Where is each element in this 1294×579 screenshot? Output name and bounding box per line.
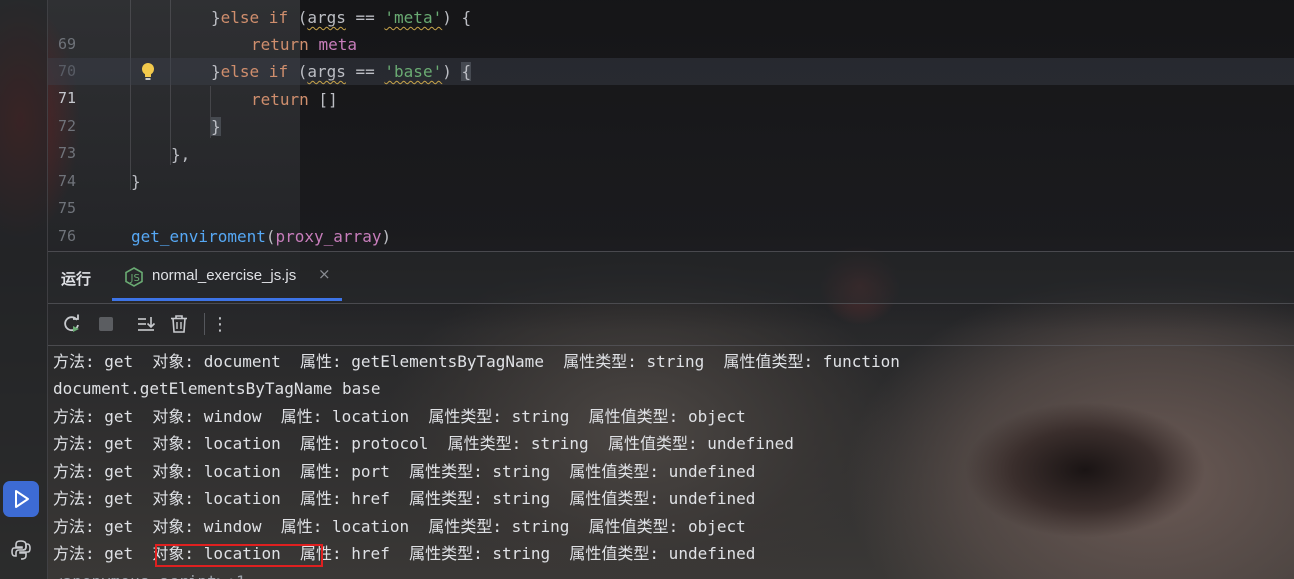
code-text: return meta <box>251 35 357 54</box>
rerun-button[interactable] <box>62 314 82 334</box>
lightbulb-icon[interactable] <box>140 62 156 82</box>
python-console-button[interactable] <box>3 532 39 568</box>
toolbar-divider <box>204 313 205 335</box>
code-line[interactable]: 75 } <box>48 168 1294 217</box>
console-line: 方法: get 对象: document 属性: getElementsByTa… <box>53 352 900 371</box>
code-line[interactable]: 77 get_enviroment(proxy_array) <box>48 223 1294 250</box>
run-icon <box>15 490 29 508</box>
code-line[interactable]: 74 }, <box>48 141 1294 190</box>
console-line: document.getElementsByTagName base <box>53 379 381 398</box>
code-line[interactable]: 69 }else if (args == 'meta') { <box>48 4 1294 53</box>
code-line[interactable]: 73 } <box>48 113 1294 162</box>
more-options-button[interactable]: ⋮ <box>210 313 230 335</box>
stop-icon <box>99 317 113 331</box>
run-panel-title: 运行 <box>61 270 92 288</box>
console-line: 方法: get 对象: window 属性: location 属性类型: st… <box>53 407 746 426</box>
code-text: }else if (args == 'base') { <box>211 62 472 81</box>
run-panel-header: 运行 JS normal_exercise_js.js × <box>48 251 1294 304</box>
scroll-to-end-button[interactable] <box>136 314 156 334</box>
code-line-current[interactable]: 71 }else if (args == 'base') { <box>48 58 1294 107</box>
nodejs-icon: JS <box>125 267 143 287</box>
code-text: } <box>211 117 221 136</box>
svg-text:JS: JS <box>130 273 140 284</box>
stop-button[interactable] <box>96 314 116 334</box>
run-tab-label: normal_exercise_js.js <box>152 267 297 284</box>
code-line[interactable]: 72 return [] <box>48 86 1294 135</box>
code-text: }, <box>171 145 191 164</box>
python-icon <box>11 540 31 560</box>
code-line[interactable]: 76 <box>48 196 1294 245</box>
code-line[interactable]: 70 return meta <box>48 31 1294 80</box>
code-text: return [] <box>251 90 338 109</box>
scroll-to-end-icon <box>138 317 156 331</box>
console-line-partial: <anonymous_script>:1 <box>53 568 246 579</box>
code-text: }else if (args == 'meta') { <box>211 8 472 27</box>
left-tool-strip <box>0 0 48 579</box>
code-text: } <box>131 172 141 191</box>
code-text: get_enviroment(proxy_array) <box>131 227 392 246</box>
console-line: 方法: get 对象: location 属性: href 属性类型: stri… <box>53 489 756 508</box>
more-icon: ⋮ <box>211 313 229 335</box>
code-editor[interactable]: 69 }else if (args == 'meta') { 70 return… <box>48 0 1294 251</box>
close-icon[interactable]: × <box>318 265 331 283</box>
console-line: 方法: get 对象: location 属性: port 属性类型: stri… <box>53 462 756 481</box>
run-toolbar: ⋮ <box>48 303 1294 346</box>
console-line: 方法: get 对象: location 属性: protocol 属性类型: … <box>53 434 794 453</box>
clear-console-button[interactable] <box>169 314 189 334</box>
run-tool-window-button[interactable] <box>3 481 39 517</box>
highlight-annotation-box <box>155 544 323 567</box>
console-line: 方法: get 对象: window 属性: location 属性类型: st… <box>53 517 746 536</box>
trash-icon <box>171 315 187 333</box>
run-tab-normal-exercise[interactable]: JS normal_exercise_js.js × <box>112 252 342 301</box>
rerun-icon <box>64 314 79 332</box>
